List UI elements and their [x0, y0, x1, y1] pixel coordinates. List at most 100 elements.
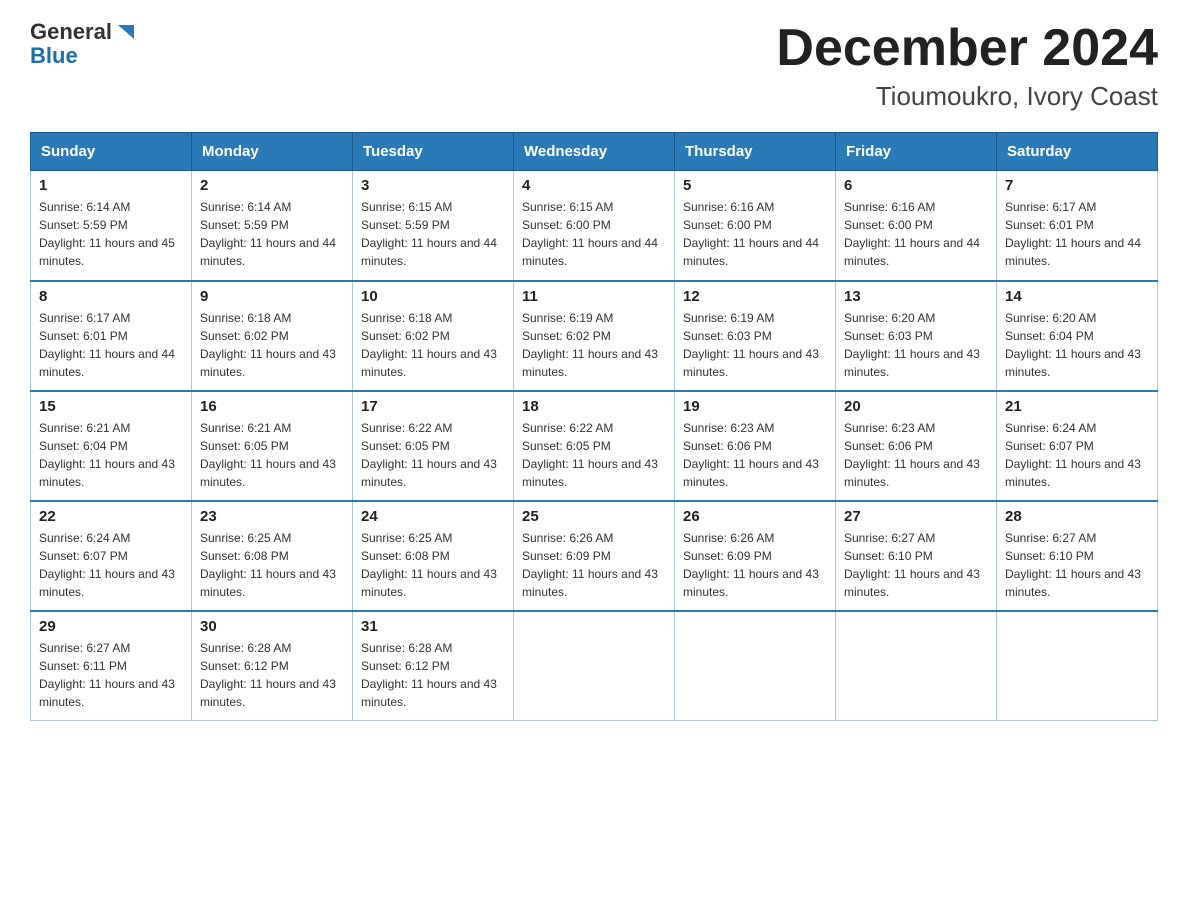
day-info: Sunrise: 6:27 AMSunset: 6:11 PMDaylight:… [39, 639, 183, 711]
calendar-day-cell: 20Sunrise: 6:23 AMSunset: 6:06 PMDayligh… [836, 391, 997, 501]
day-info: Sunrise: 6:28 AMSunset: 6:12 PMDaylight:… [361, 639, 505, 711]
day-info: Sunrise: 6:18 AMSunset: 6:02 PMDaylight:… [200, 309, 344, 381]
day-number: 10 [361, 288, 505, 305]
day-number: 26 [683, 508, 827, 525]
col-header-thursday: Thursday [675, 133, 836, 171]
calendar-day-cell: 7Sunrise: 6:17 AMSunset: 6:01 PMDaylight… [997, 171, 1158, 281]
logo: General Blue [30, 20, 136, 68]
calendar-day-cell: 5 Sunrise: 6:16 AMSunset: 6:00 PMDaylight… [675, 171, 836, 281]
day-number: 19 [683, 398, 827, 415]
col-header-friday: Friday [836, 133, 997, 171]
day-number: 6 [844, 177, 988, 194]
calendar-day-cell: 4 Sunrise: 6:15 AMSunset: 6:00 PMDaylight… [514, 171, 675, 281]
calendar-week-row: 15Sunrise: 6:21 AMSunset: 6:04 PMDayligh… [31, 391, 1158, 501]
day-info: Sunrise: 6:27 AMSunset: 6:10 PMDaylight:… [844, 529, 988, 601]
day-info: Sunrise: 6:17 AMSunset: 6:01 PMDaylight:… [39, 309, 183, 381]
day-info: Sunrise: 6:27 AMSunset: 6:10 PMDaylight:… [1005, 529, 1149, 601]
day-number: 12 [683, 288, 827, 305]
calendar-day-cell [836, 611, 997, 721]
calendar-day-cell: 14 Sunrise: 6:20 AMSunset: 6:04 PMDayligh… [997, 281, 1158, 391]
logo-blue: Blue [30, 44, 78, 68]
calendar-day-cell: 24 Sunrise: 6:25 AMSunset: 6:08 PMDayligh… [353, 501, 514, 611]
day-info: Sunrise: 6:20 AMSunset: 6:04 PMDaylight:… [1005, 309, 1149, 381]
col-header-wednesday: Wednesday [514, 133, 675, 171]
day-number: 9 [200, 288, 344, 305]
title-block: December 2024 Tioumoukro, Ivory Coast [776, 20, 1158, 112]
calendar-subtitle: Tioumoukro, Ivory Coast [776, 81, 1158, 112]
calendar-day-cell: 25 Sunrise: 6:26 AMSunset: 6:09 PMDayligh… [514, 501, 675, 611]
day-info: Sunrise: 6:18 AMSunset: 6:02 PMDaylight:… [361, 309, 505, 381]
calendar-day-cell: 30 Sunrise: 6:28 AMSunset: 6:12 PMDayligh… [192, 611, 353, 721]
page-header: General Blue December 2024 Tioumoukro, I… [30, 20, 1158, 112]
col-header-sunday: Sunday [31, 133, 192, 171]
day-info: Sunrise: 6:23 AMSunset: 6:06 PMDaylight:… [844, 419, 988, 491]
day-info: Sunrise: 6:14 AMSunset: 5:59 PMDaylight:… [39, 198, 183, 270]
logo-triangle-icon [114, 21, 136, 43]
day-info: Sunrise: 6:16 AMSunset: 6:00 PMDaylight:… [844, 198, 988, 270]
day-info: Sunrise: 6:17 AMSunset: 6:01 PMDaylight:… [1005, 198, 1149, 270]
calendar-day-cell: 1 Sunrise: 6:14 AMSunset: 5:59 PMDaylight… [31, 171, 192, 281]
day-number: 17 [361, 398, 505, 415]
day-number: 14 [1005, 288, 1149, 305]
day-number: 8 [39, 288, 183, 305]
day-number: 30 [200, 618, 344, 635]
day-number: 23 [200, 508, 344, 525]
calendar-day-cell [997, 611, 1158, 721]
day-info: Sunrise: 6:21 AMSunset: 6:04 PMDaylight:… [39, 419, 183, 491]
day-info: Sunrise: 6:28 AMSunset: 6:12 PMDaylight:… [200, 639, 344, 711]
day-number: 22 [39, 508, 183, 525]
day-info: Sunrise: 6:22 AMSunset: 6:05 PMDaylight:… [522, 419, 666, 491]
day-number: 13 [844, 288, 988, 305]
calendar-day-cell: 11 Sunrise: 6:19 AMSunset: 6:02 PMDayligh… [514, 281, 675, 391]
day-info: Sunrise: 6:24 AMSunset: 6:07 PMDaylight:… [1005, 419, 1149, 491]
calendar-week-row: 1 Sunrise: 6:14 AMSunset: 5:59 PMDaylight… [31, 171, 1158, 281]
calendar-day-cell: 23 Sunrise: 6:25 AMSunset: 6:08 PMDayligh… [192, 501, 353, 611]
calendar-day-cell [514, 611, 675, 721]
calendar-day-cell: 18 Sunrise: 6:22 AMSunset: 6:05 PMDayligh… [514, 391, 675, 501]
day-number: 29 [39, 618, 183, 635]
day-info: Sunrise: 6:24 AMSunset: 6:07 PMDaylight:… [39, 529, 183, 601]
day-number: 1 [39, 177, 183, 194]
day-number: 3 [361, 177, 505, 194]
day-info: Sunrise: 6:26 AMSunset: 6:09 PMDaylight:… [522, 529, 666, 601]
calendar-day-cell: 27 Sunrise: 6:27 AMSunset: 6:10 PMDayligh… [836, 501, 997, 611]
day-number: 16 [200, 398, 344, 415]
calendar-day-cell: 16 Sunrise: 6:21 AMSunset: 6:05 PMDayligh… [192, 391, 353, 501]
calendar-day-cell: 29 Sunrise: 6:27 AMSunset: 6:11 PMDayligh… [31, 611, 192, 721]
day-number: 11 [522, 288, 666, 305]
calendar-week-row: 8 Sunrise: 6:17 AMSunset: 6:01 PMDaylight… [31, 281, 1158, 391]
day-number: 27 [844, 508, 988, 525]
day-info: Sunrise: 6:25 AMSunset: 6:08 PMDaylight:… [361, 529, 505, 601]
day-number: 2 [200, 177, 344, 194]
day-number: 24 [361, 508, 505, 525]
calendar-day-cell: 3Sunrise: 6:15 AMSunset: 5:59 PMDaylight… [353, 171, 514, 281]
calendar-day-cell: 6 Sunrise: 6:16 AMSunset: 6:00 PMDaylight… [836, 171, 997, 281]
day-info: Sunrise: 6:14 AMSunset: 5:59 PMDaylight:… [200, 198, 344, 270]
day-info: Sunrise: 6:22 AMSunset: 6:05 PMDaylight:… [361, 419, 505, 491]
calendar-day-cell: 22 Sunrise: 6:24 AMSunset: 6:07 PMDayligh… [31, 501, 192, 611]
day-number: 28 [1005, 508, 1149, 525]
calendar-day-cell: 8 Sunrise: 6:17 AMSunset: 6:01 PMDaylight… [31, 281, 192, 391]
day-number: 4 [522, 177, 666, 194]
calendar-day-cell: 12Sunrise: 6:19 AMSunset: 6:03 PMDayligh… [675, 281, 836, 391]
calendar-title: December 2024 [776, 20, 1158, 77]
day-number: 25 [522, 508, 666, 525]
day-info: Sunrise: 6:26 AMSunset: 6:09 PMDaylight:… [683, 529, 827, 601]
day-info: Sunrise: 6:15 AMSunset: 6:00 PMDaylight:… [522, 198, 666, 270]
day-info: Sunrise: 6:21 AMSunset: 6:05 PMDaylight:… [200, 419, 344, 491]
calendar-day-cell: 17 Sunrise: 6:22 AMSunset: 6:05 PMDayligh… [353, 391, 514, 501]
calendar-header-row: SundayMondayTuesdayWednesdayThursdayFrid… [31, 133, 1158, 171]
calendar-day-cell: 31Sunrise: 6:28 AMSunset: 6:12 PMDayligh… [353, 611, 514, 721]
day-info: Sunrise: 6:16 AMSunset: 6:00 PMDaylight:… [683, 198, 827, 270]
calendar-day-cell [675, 611, 836, 721]
day-number: 21 [1005, 398, 1149, 415]
day-info: Sunrise: 6:19 AMSunset: 6:02 PMDaylight:… [522, 309, 666, 381]
calendar-table: SundayMondayTuesdayWednesdayThursdayFrid… [30, 132, 1158, 721]
day-info: Sunrise: 6:25 AMSunset: 6:08 PMDaylight:… [200, 529, 344, 601]
col-header-monday: Monday [192, 133, 353, 171]
day-number: 5 [683, 177, 827, 194]
calendar-day-cell: 10 Sunrise: 6:18 AMSunset: 6:02 PMDayligh… [353, 281, 514, 391]
calendar-day-cell: 15Sunrise: 6:21 AMSunset: 6:04 PMDayligh… [31, 391, 192, 501]
calendar-day-cell: 21 Sunrise: 6:24 AMSunset: 6:07 PMDayligh… [997, 391, 1158, 501]
day-number: 18 [522, 398, 666, 415]
